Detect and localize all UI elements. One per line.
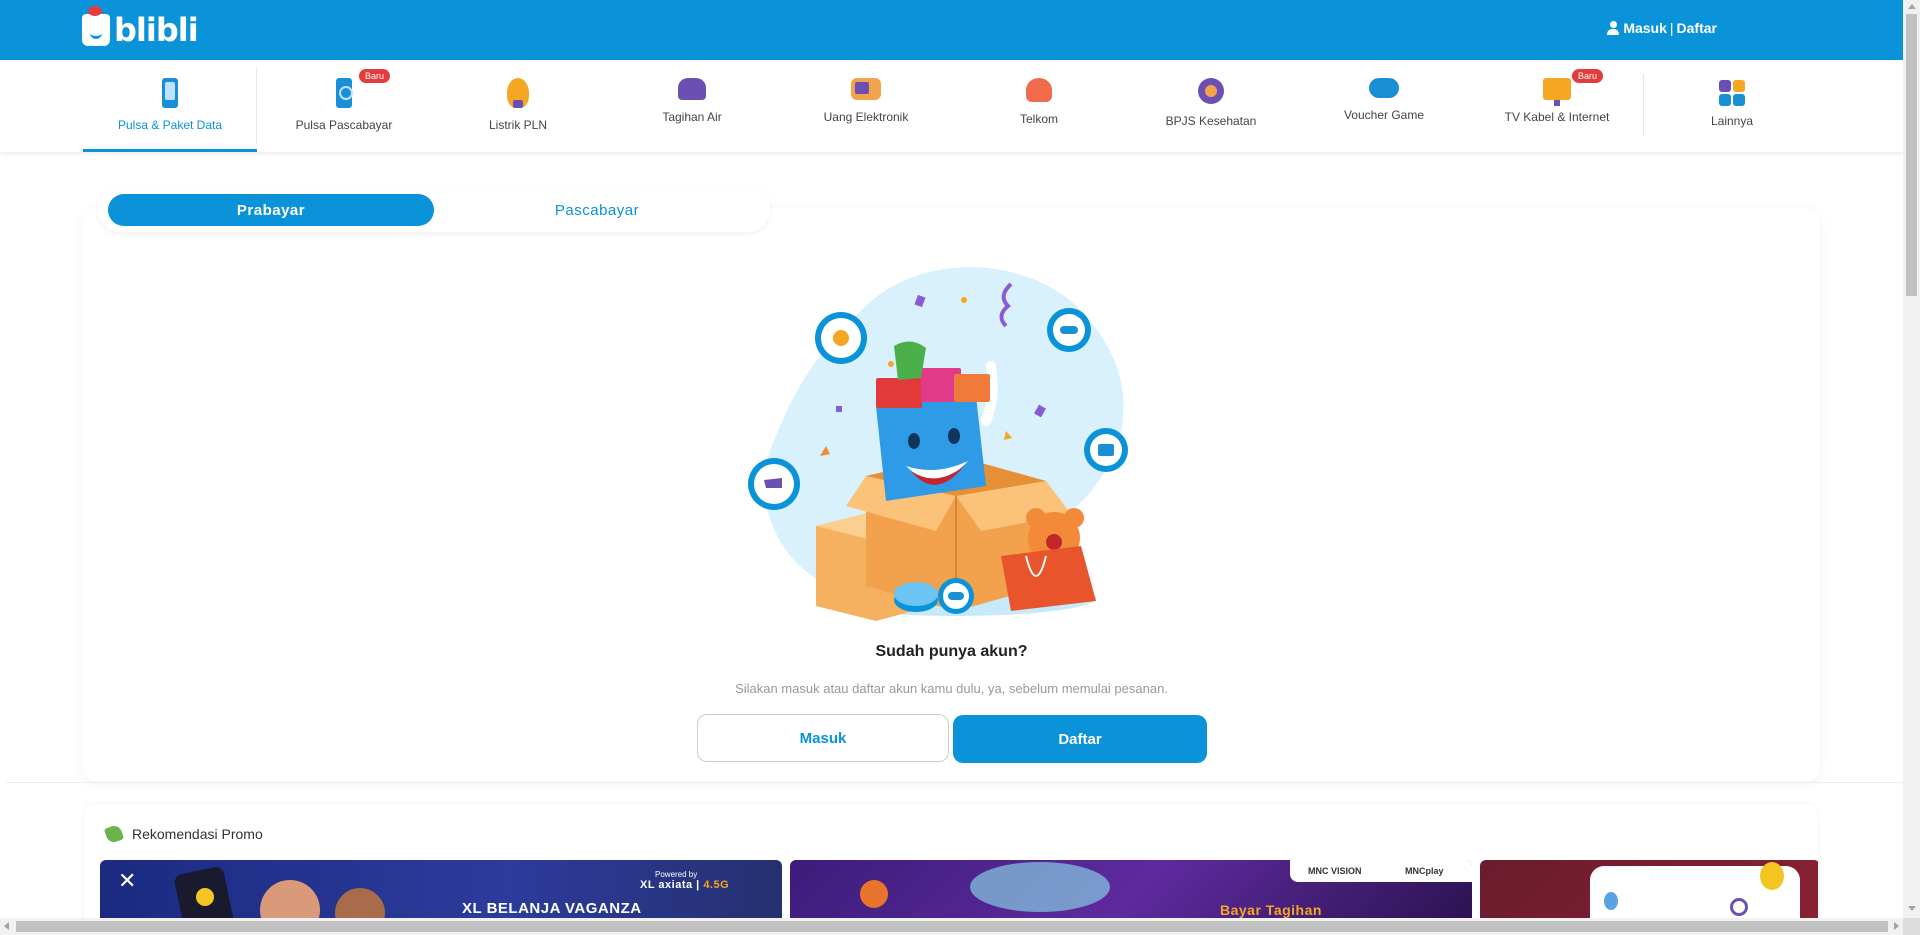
xl-tag: 4.5G	[703, 879, 730, 891]
phone-icon	[162, 78, 178, 108]
grid-icon-cell	[1719, 94, 1731, 106]
new-badge: Baru	[359, 69, 391, 83]
register-button[interactable]: Daftar	[953, 715, 1207, 763]
category-pulsa-paket-data[interactable]: Pulsa & Paket Data	[83, 60, 257, 152]
category-label: Tagihan Air	[662, 110, 722, 124]
category-label: Lainnya	[1710, 114, 1754, 128]
tab-pascabayar[interactable]: Pascabayar	[434, 194, 760, 226]
water-tap-icon	[678, 78, 706, 100]
tag-icon	[103, 823, 125, 845]
category-label: Pulsa & Paket Data	[117, 118, 223, 132]
user-icon	[1607, 21, 1620, 35]
grid-icon-cell	[1733, 80, 1745, 92]
register-link[interactable]: Daftar	[1677, 20, 1717, 36]
mnc-banner-headline: Bayar Tagihan	[1220, 902, 1322, 918]
top-header: blibli Masuk | Daftar	[0, 0, 1903, 60]
category-lainnya[interactable]: Lainnya	[1645, 60, 1819, 152]
gamepad-icon	[1369, 78, 1399, 98]
xl-axiata-text: XL axiata	[640, 879, 693, 891]
category-label: TV Kabel & Internet	[1504, 110, 1610, 124]
promo-section: Rekomendasi Promo Powered by XL axiata |…	[84, 804, 1818, 935]
vertical-scroll-thumb[interactable]	[1906, 14, 1917, 296]
banner-powered-by: Powered by	[655, 870, 698, 879]
category-label: Pulsa Pascabayar	[295, 118, 393, 132]
category-telkom[interactable]: Telkom	[952, 60, 1126, 152]
scroll-left-arrow-icon[interactable]	[4, 922, 9, 930]
promo-title: Rekomendasi Promo	[132, 826, 263, 842]
hero-description: Silakan masuk atau daftar akun kamu dulu…	[735, 681, 1168, 696]
water-drop-icon	[1604, 892, 1618, 910]
nav-divider	[1643, 74, 1644, 136]
auth-separator: |	[1669, 20, 1674, 36]
mnc-vision-logo: MNC VISION	[1308, 866, 1362, 876]
hero-title: Sudah punya akun?	[875, 643, 1028, 660]
payment-type-tabs: Prabayar Pascabayar	[98, 186, 770, 232]
category-tagihan-air[interactable]: Tagihan Air	[605, 60, 779, 152]
category-pulsa-pascabayar[interactable]: Pulsa Pascabayar Baru	[257, 60, 431, 152]
lightbulb-icon	[507, 78, 529, 108]
planet-image	[860, 880, 888, 908]
gift-box-illustration	[748, 267, 1128, 621]
wallet-icon	[851, 78, 881, 100]
grid-icon-cell	[1733, 94, 1745, 106]
phone-postpaid-icon	[336, 78, 353, 108]
auth-links: Masuk | Daftar	[1607, 20, 1717, 36]
scroll-right-arrow-icon[interactable]	[1894, 922, 1899, 930]
tab-prabayar[interactable]: Prabayar	[108, 194, 434, 226]
promo-header: Rekomendasi Promo	[103, 823, 263, 845]
xl-logo-icon: ✕	[118, 868, 137, 893]
category-uang-elektronik[interactable]: Uang Elektronik	[779, 60, 953, 152]
phone-icon	[1730, 898, 1748, 916]
health-icon	[1198, 78, 1224, 104]
section-divider	[6, 782, 1903, 783]
telephone-icon	[1026, 78, 1052, 102]
category-label: Voucher Game	[1343, 108, 1425, 122]
category-label: BPJS Kesehatan	[1165, 114, 1257, 128]
coin-icon	[196, 888, 214, 906]
category-nav: Pulsa & Paket Data Pulsa Pascabayar Baru…	[0, 60, 1903, 152]
category-label: Uang Elektronik	[823, 110, 909, 124]
grid-icon-cell	[1719, 80, 1731, 92]
category-label: Listrik PLN	[488, 118, 547, 132]
xl-axiata-logo: XL axiata | 4.5G	[640, 879, 730, 891]
category-bpjs-kesehatan[interactable]: BPJS Kesehatan	[1124, 60, 1298, 152]
category-tv-kabel-internet[interactable]: TV Kabel & Internet Baru	[1470, 60, 1644, 152]
logo-text: blibli	[114, 11, 199, 49]
xl-banner-headline: XL BELANJA VAGANZA	[462, 900, 642, 917]
category-listrik-pln[interactable]: Listrik PLN	[431, 60, 605, 152]
ufo-image	[970, 862, 1110, 912]
scroll-down-arrow-icon[interactable]	[1908, 906, 1916, 911]
login-button[interactable]: Masuk	[697, 714, 949, 762]
shopping-bag-icon	[82, 6, 110, 46]
tv-icon	[1543, 78, 1571, 106]
scroll-up-arrow-icon[interactable]	[1908, 4, 1916, 9]
horizontal-scroll-thumb[interactable]	[16, 921, 1888, 932]
category-label: Telkom	[1019, 112, 1058, 126]
blibli-logo[interactable]: blibli	[82, 6, 199, 50]
login-link[interactable]: Masuk	[1623, 20, 1667, 36]
scrollbar-corner	[1903, 918, 1920, 935]
mnc-play-logo: MNCplay	[1405, 866, 1444, 876]
category-voucher-game[interactable]: Voucher Game	[1297, 60, 1471, 152]
new-badge: Baru	[1572, 69, 1604, 83]
lightbulb-icon	[1760, 862, 1784, 890]
grid-icon	[1719, 80, 1745, 106]
